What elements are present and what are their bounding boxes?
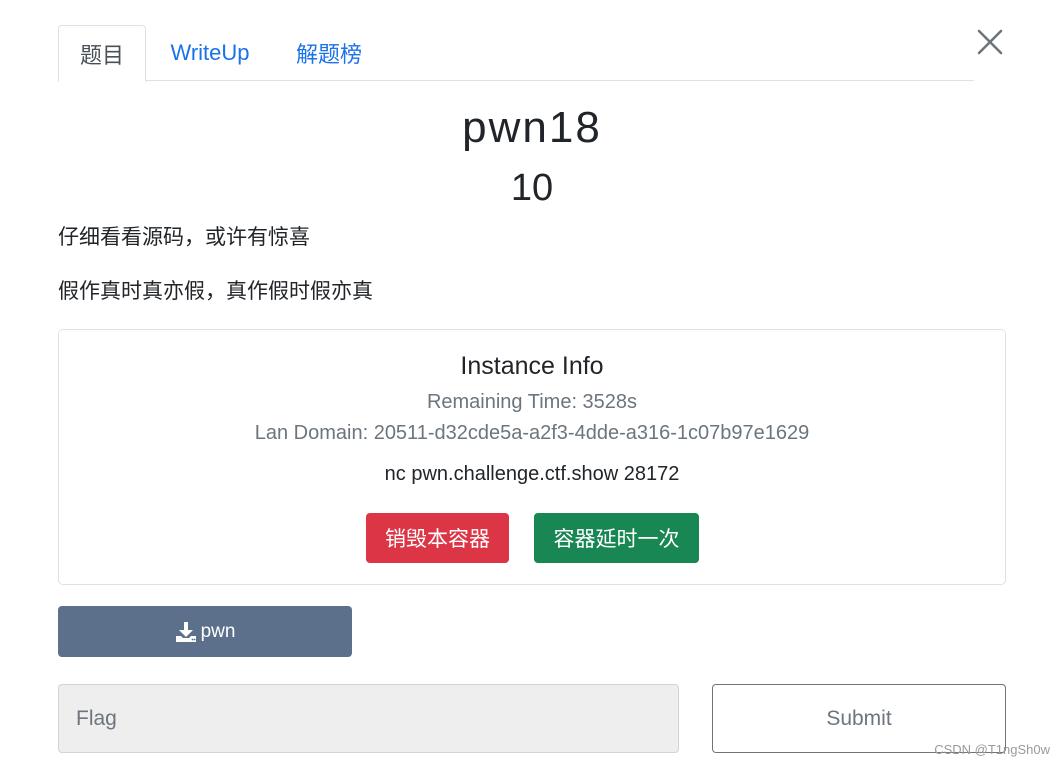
- tab-writeup[interactable]: WriteUp: [164, 25, 256, 81]
- remaining-time: Remaining Time: 3528s: [426, 391, 638, 413]
- download-icon: [175, 621, 196, 642]
- tab-challenge[interactable]: 题目: [58, 25, 146, 82]
- tab-solves[interactable]: 解题榜: [286, 25, 372, 81]
- challenge-title: pwn18: [462, 103, 602, 152]
- instance-title: Instance Info: [460, 352, 604, 380]
- description-line: 假作真时真亦假，真作假时假亦真: [58, 280, 373, 303]
- watermark: CSDN @T1ngSh0w: [934, 742, 1050, 757]
- download-label: pwn: [200, 620, 236, 642]
- flag-input[interactable]: [58, 684, 679, 753]
- close-button[interactable]: [974, 26, 1006, 58]
- download-attachment-button[interactable]: pwn: [58, 606, 352, 657]
- extend-container-button[interactable]: 容器延时一次: [534, 513, 699, 563]
- challenge-modal: 题目 WriteUp 解题榜 pwn18 10 仔细看看源码，或许有惊喜 假作真…: [0, 0, 1064, 767]
- tab-bar: 题目 WriteUp 解题榜: [58, 25, 974, 82]
- close-icon: [977, 29, 1003, 55]
- lan-domain: Lan Domain: 20511-d32cde5a-a2f3-4dde-a31…: [254, 422, 810, 444]
- nc-command: nc pwn.challenge.ctf.show 28172: [384, 463, 680, 485]
- instance-info-card: Instance Info Remaining Time: 3528s Lan …: [58, 329, 1006, 585]
- challenge-score: 10: [510, 167, 554, 209]
- description-line: 仔细看看源码，或许有惊喜: [58, 226, 310, 249]
- destroy-container-button[interactable]: 销毁本容器: [366, 513, 509, 563]
